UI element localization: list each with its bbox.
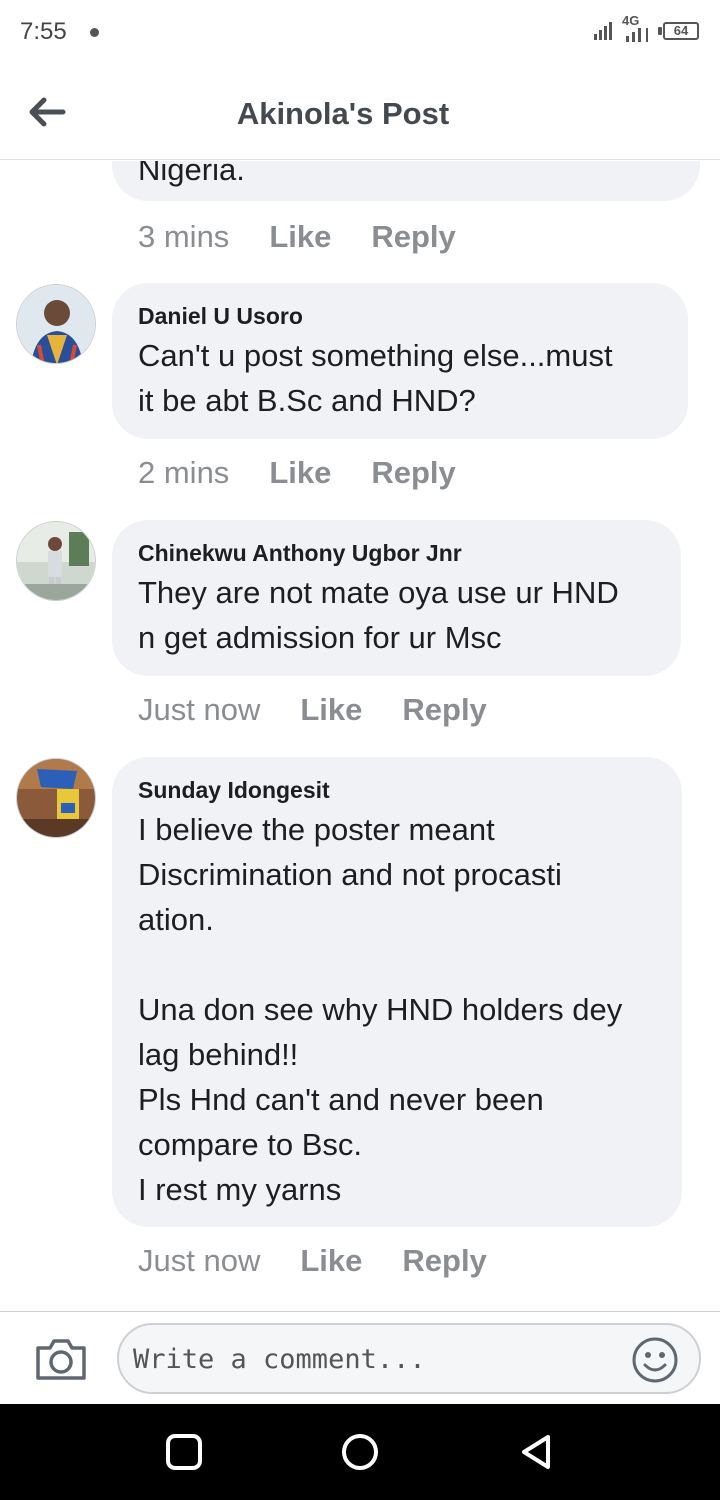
comment-meta: 3 mins Like Reply [138, 219, 496, 255]
like-button[interactable]: Like [300, 1243, 362, 1279]
comment-author[interactable]: Daniel U Usoro [138, 301, 662, 331]
comment-author[interactable]: Chinekwu Anthony Ugbor Jnr [138, 538, 655, 568]
reply-button[interactable]: Reply [371, 455, 455, 491]
comment-text: Can't u post something else...must it be… [138, 338, 613, 418]
comment-meta: Just now Like Reply [138, 692, 527, 728]
status-bar: 7:55 4G 64 [0, 0, 720, 64]
comment-input-box[interactable] [117, 1323, 701, 1394]
header: Akinola's Post [0, 64, 720, 160]
comment-composer [0, 1311, 720, 1404]
like-button[interactable]: Like [300, 692, 362, 728]
like-button[interactable]: Like [269, 455, 331, 491]
camera-icon [36, 1339, 86, 1380]
comment-bubble: Daniel U Usoro Can't u post something el… [112, 283, 688, 439]
battery-cap [658, 27, 662, 35]
notification-dot [90, 28, 99, 37]
reply-button[interactable]: Reply [371, 219, 455, 255]
system-nav-bar [0, 1404, 720, 1500]
avatar[interactable] [16, 521, 96, 601]
comment-text: Nigeria. [138, 161, 245, 187]
reply-button[interactable]: Reply [402, 1243, 486, 1279]
comment-time: Just now [138, 1243, 261, 1278]
smiley-icon[interactable] [631, 1336, 679, 1384]
reply-button[interactable]: Reply [402, 692, 486, 728]
avatar-image [17, 285, 95, 363]
square-icon[interactable] [164, 1432, 204, 1472]
comment-bubble: Nigeria. [112, 161, 700, 201]
comment-text: They are not mate oya use ur HND n get a… [138, 575, 619, 655]
avatar[interactable] [16, 758, 96, 838]
comment-author[interactable]: Sunday Idongesit [138, 775, 656, 805]
avatar-image [17, 759, 95, 837]
avatar[interactable] [16, 284, 96, 364]
comment-bubble: Chinekwu Anthony Ugbor Jnr They are not … [112, 520, 681, 676]
signal-icon-2 [626, 28, 648, 42]
status-time: 7:55 [20, 18, 67, 45]
comment-time: 3 mins [138, 219, 230, 254]
battery-icon: 64 [663, 22, 699, 40]
triangle-back-icon[interactable] [516, 1432, 556, 1472]
camera-button[interactable] [34, 1336, 88, 1382]
circle-icon[interactable] [340, 1432, 380, 1472]
comment-input[interactable] [133, 1333, 633, 1385]
comment-meta: Just now Like Reply [138, 1243, 527, 1279]
like-button[interactable]: Like [269, 219, 331, 255]
avatar-image [17, 522, 95, 600]
page-title: Akinola's Post [236, 96, 450, 131]
comment-meta: 2 mins Like Reply [138, 455, 496, 491]
comment-text: I believe the poster meant Discriminatio… [138, 812, 623, 1207]
comment-time: 2 mins [138, 455, 230, 490]
comment-time: Just now [138, 692, 261, 727]
comment-bubble: Sunday Idongesit I believe the poster me… [112, 757, 682, 1227]
comment-list[interactable]: Nigeria. 3 mins Like Reply Daniel U Usor… [0, 161, 720, 1311]
